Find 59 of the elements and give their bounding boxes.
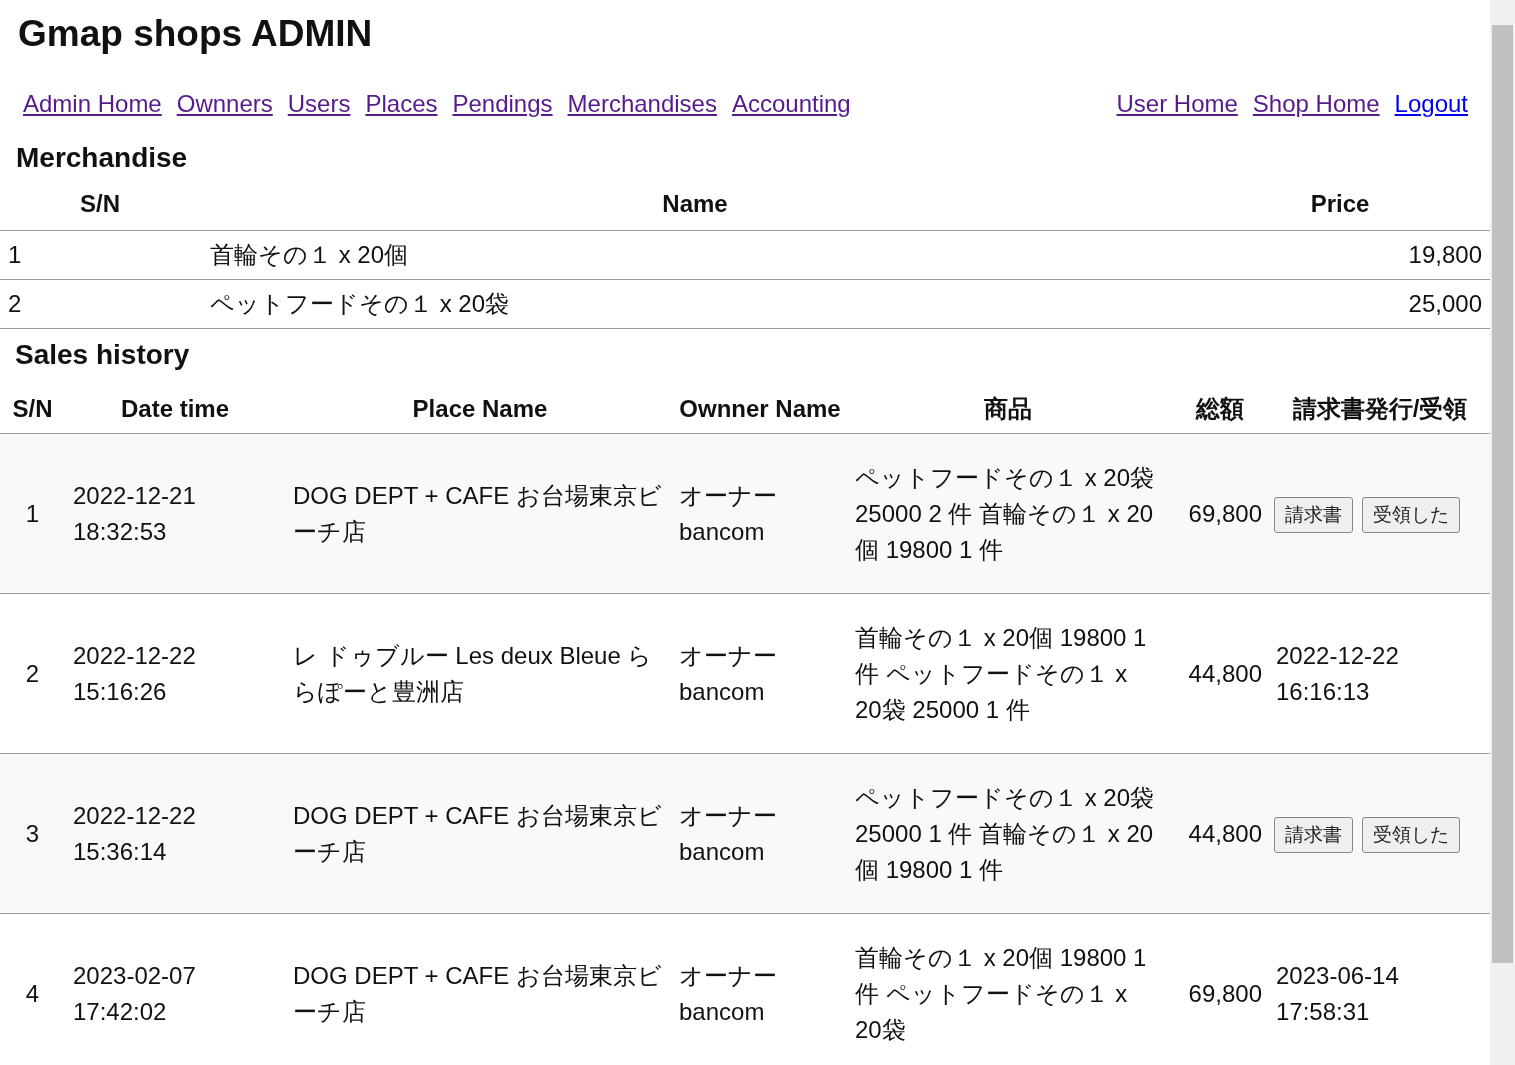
nav-link[interactable]: Shop Home xyxy=(1252,88,1380,120)
table-cell: 25,000 xyxy=(1190,279,1490,329)
table-cell: ペットフードその１ x 20袋 25000 1 件 首輪その１ x 20個 19800 1 件 xyxy=(845,753,1170,914)
action-button[interactable]: 受領した xyxy=(1362,496,1460,533)
table-cell: 2022-12-22 16:16:13 xyxy=(1270,593,1490,754)
column-header: Place Name xyxy=(285,391,675,434)
table-cell: 首輪その１ x 20個 19800 1 件 ペットフードその１ x 20袋 25000 1 件 xyxy=(845,593,1170,754)
table-cell: オーナー bancom xyxy=(675,913,845,1065)
page-title: Gmap shops ADMIN xyxy=(17,12,374,56)
section-heading: Sales history xyxy=(14,338,191,372)
table-cell: 首輪その１ x 20個 19800 1 件 ペットフードその１ x 20袋 xyxy=(845,913,1170,1065)
column-header: 総額 xyxy=(1170,391,1270,434)
nav-link[interactable]: Users xyxy=(287,88,351,120)
nav-link[interactable]: Merchandises xyxy=(567,88,717,120)
table-cell: レ ドゥブルー Les deux Bleue ららぽーと豊洲店 xyxy=(285,593,675,754)
table-cell: オーナー bancom xyxy=(675,593,845,754)
table-cell: 2022-12-22 15:16:26 xyxy=(65,593,285,754)
table-cell: 首輪その１ x 20個 xyxy=(200,230,1190,280)
table-cell: 3 xyxy=(0,753,65,914)
table-cell: 69,800 xyxy=(1170,913,1270,1065)
table-cell: 44,800 xyxy=(1170,593,1270,754)
table-cell: DOG DEPT + CAFE お台場東京ビーチ店 xyxy=(285,913,675,1065)
table-cell: DOG DEPT + CAFE お台場東京ビーチ店 xyxy=(285,433,675,594)
section-heading: Merchandise xyxy=(15,141,189,175)
table-cell: 44,800 xyxy=(1170,753,1270,914)
table-cell: 4 xyxy=(0,913,65,1065)
table-cell: DOG DEPT + CAFE お台場東京ビーチ店 xyxy=(285,753,675,914)
nav-link[interactable]: Accounting xyxy=(731,88,851,120)
table-cell: 2023-06-14 17:58:31 xyxy=(1270,913,1490,1065)
table-cell: ペットフードその１ x 20袋 25000 2 件 首輪その１ x 20個 19800 1 件 xyxy=(845,433,1170,594)
table-cell: ペットフードその１ x 20袋 xyxy=(200,279,1190,329)
table-cell: 2023-02-07 17:42:02 xyxy=(65,913,285,1065)
table-cell: 19,800 xyxy=(1190,230,1490,280)
column-header: S/N xyxy=(0,178,200,231)
table-cell: 1 xyxy=(0,230,200,280)
table-cell: オーナー bancom xyxy=(675,753,845,914)
column-header: Date time xyxy=(65,391,285,434)
nav-link[interactable]: Logout xyxy=(1394,88,1468,120)
column-header: Name xyxy=(200,178,1190,231)
action-button[interactable]: 請求書 xyxy=(1274,496,1353,533)
column-header: S/N xyxy=(0,391,65,434)
table-cell: 1 xyxy=(0,433,65,594)
table-cell: 2 xyxy=(0,279,200,329)
nav-link[interactable]: User Home xyxy=(1116,88,1238,120)
nav-link[interactable]: Pendings xyxy=(452,88,553,120)
column-header: 商品 xyxy=(845,391,1170,434)
action-button[interactable]: 請求書 xyxy=(1274,816,1353,853)
nav-link[interactable]: Admin Home xyxy=(23,88,162,120)
nav-link[interactable]: Places xyxy=(365,88,438,120)
table-cell: 69,800 xyxy=(1170,433,1270,594)
scrollbar-thumb[interactable] xyxy=(1492,25,1513,963)
action-button[interactable]: 受領した xyxy=(1362,816,1460,853)
table-cell: 2022-12-22 15:36:14 xyxy=(65,753,285,914)
table-cell: 2022-12-21 18:32:53 xyxy=(65,433,285,594)
scrollbar[interactable] xyxy=(1490,0,1515,1065)
table-cell: 2 xyxy=(0,593,65,754)
column-header: Ownner Name xyxy=(675,391,845,434)
table-cell: オーナー bancom xyxy=(675,433,845,594)
nav-link[interactable]: Ownners xyxy=(176,88,273,120)
